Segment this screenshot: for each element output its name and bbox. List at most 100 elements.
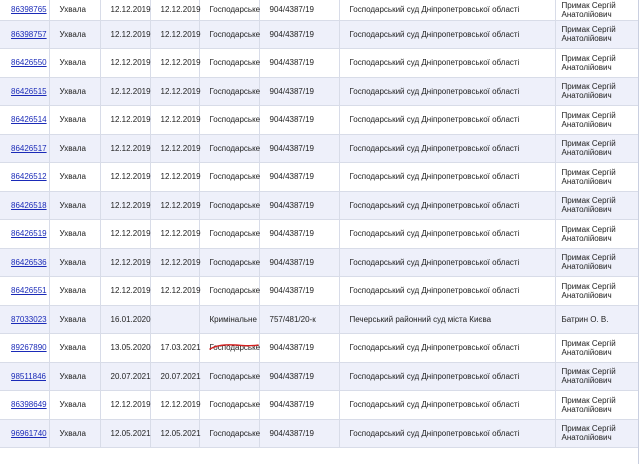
publication-date-cell: 12.05.2021 bbox=[150, 419, 201, 448]
table-body: 86398765 Ухвала 12.12.2019 12.12.2019 Господ… bbox=[0, 0, 638, 448]
table-row: 86398757 Ухвала 12.12.2019 12.12.2019 Господ… bbox=[0, 20, 638, 49]
table-row: 86398765 Ухвала 12.12.2019 12.12.2019 Господ… bbox=[0, 0, 638, 21]
court-name-cell: Господарський суд Дніпропетровської обла… bbox=[339, 219, 556, 249]
judge-name-cell: Примак Сергій Анатолійович bbox=[555, 0, 638, 21]
jurisdiction-cell: Господарське bbox=[199, 48, 260, 78]
results-table-container: 86398765 Ухвала 12.12.2019 12.12.2019 Господ… bbox=[0, 0, 639, 464]
table-row: 86426518 Ухвала 12.12.2019 12.12.2019 Господ… bbox=[0, 191, 638, 220]
judge-name-cell: Примак Сергій Анатолійович bbox=[555, 105, 638, 135]
case-number-cell: 757/481/20-к bbox=[259, 305, 340, 334]
document-number-link[interactable]: 86426551 bbox=[11, 286, 47, 295]
case-number-cell: 904/4387/19 bbox=[259, 219, 340, 249]
court-name-cell: Господарський суд Дніпропетровської обла… bbox=[339, 20, 556, 49]
case-number-cell: 904/4387/19 bbox=[259, 248, 340, 277]
court-name-cell: Господарський суд Дніпропетровської обла… bbox=[339, 77, 556, 106]
registration-date-cell: 12.12.2019 bbox=[100, 219, 151, 249]
publication-date-cell: 12.12.2019 bbox=[150, 105, 201, 135]
court-name-cell: Печерський районний суд міста Києва bbox=[339, 305, 556, 334]
jurisdiction-cell: Господарське bbox=[199, 390, 260, 420]
case-number-cell: 904/4387/19 bbox=[259, 191, 340, 220]
decision-form-cell: Ухвала bbox=[49, 248, 101, 277]
document-number-link[interactable]: 98511846 bbox=[11, 372, 46, 381]
decision-form-cell: Ухвала bbox=[49, 191, 101, 220]
registration-date-cell: 12.12.2019 bbox=[100, 0, 151, 21]
document-number-link[interactable]: 86426536 bbox=[11, 258, 47, 267]
publication-date-cell: 12.12.2019 bbox=[150, 0, 201, 21]
publication-date-cell: 12.12.2019 bbox=[150, 77, 201, 106]
document-number-link[interactable]: 86398765 bbox=[11, 5, 47, 14]
court-name-cell: Господарський суд Дніпропетровської обла… bbox=[339, 191, 556, 220]
court-name-cell: Господарський суд Дніпропетровської обла… bbox=[339, 276, 556, 306]
court-name-cell: Господарський суд Дніпропетровської обла… bbox=[339, 162, 556, 192]
decision-form-cell: Ухвала bbox=[49, 276, 101, 306]
table-row: 86426512 Ухвала 12.12.2019 12.12.2019 Господ… bbox=[0, 162, 638, 192]
table-row: 86426514 Ухвала 12.12.2019 12.12.2019 Господ… bbox=[0, 105, 638, 135]
document-number-link[interactable]: 86426517 bbox=[11, 144, 47, 153]
publication-date-cell bbox=[150, 305, 200, 334]
judge-name-cell: Примак Сергій Анатолійович bbox=[555, 276, 638, 306]
registration-date-cell: 12.12.2019 bbox=[100, 162, 151, 192]
court-decisions-table: 86398765 Ухвала 12.12.2019 12.12.2019 Господ… bbox=[0, 0, 638, 448]
document-cell: 86426512 bbox=[0, 162, 50, 192]
document-number-link[interactable]: 87033023 bbox=[11, 315, 47, 324]
decision-form-cell: Ухвала bbox=[49, 77, 101, 106]
decision-form-cell: Ухвала bbox=[49, 333, 101, 363]
table-row: 86426517 Ухвала 12.12.2019 12.12.2019 Господ… bbox=[0, 134, 638, 163]
table-row: 89267890 Ухвала 13.05.2020 17.03.2021 Господ… bbox=[0, 333, 638, 363]
table-row: 86426550 Ухвала 12.12.2019 12.12.2019 Господ… bbox=[0, 48, 638, 78]
publication-date-cell: 12.12.2019 bbox=[150, 248, 201, 277]
case-number-cell: 904/4387/19 bbox=[259, 276, 340, 306]
registration-date-cell: 12.12.2019 bbox=[100, 134, 151, 163]
judge-name-cell: Примак Сергій Анатолійович bbox=[555, 419, 638, 448]
decision-form-cell: Ухвала bbox=[49, 390, 101, 420]
judge-name-cell: Примак Сергій Анатолійович bbox=[555, 191, 638, 220]
document-number-link[interactable]: 86426519 bbox=[11, 229, 47, 238]
jurisdiction-cell: Господарське bbox=[199, 134, 260, 163]
registration-date-cell: 12.12.2019 bbox=[100, 248, 151, 277]
document-number-link[interactable]: 86398649 bbox=[11, 400, 47, 409]
decision-form-cell: Ухвала bbox=[49, 48, 101, 78]
court-name-cell: Господарський суд Дніпропетровської обла… bbox=[339, 333, 556, 363]
judge-name-cell: Примак Сергій Анатолійович bbox=[555, 362, 638, 391]
court-name-cell: Господарський суд Дніпропетровської обла… bbox=[339, 0, 556, 21]
judge-name-cell: Батрин О. В. bbox=[555, 305, 638, 334]
document-number-link[interactable]: 96961740 bbox=[11, 429, 47, 438]
document-cell: 86426519 bbox=[0, 219, 50, 249]
registration-date-cell: 13.05.2020 bbox=[100, 333, 151, 363]
publication-date-cell: 12.12.2019 bbox=[150, 48, 201, 78]
document-number-link[interactable]: 86426518 bbox=[11, 201, 47, 210]
publication-date-cell: 12.12.2019 bbox=[150, 390, 201, 420]
registration-date-cell: 16.01.2020 bbox=[100, 305, 151, 334]
jurisdiction-cell: Господарське bbox=[199, 333, 260, 363]
court-name-cell: Господарський суд Дніпропетровської обла… bbox=[339, 105, 556, 135]
document-number-link[interactable]: 86426515 bbox=[11, 87, 47, 96]
decision-form-cell: Ухвала bbox=[49, 0, 101, 21]
document-number-link[interactable]: 86426512 bbox=[11, 172, 47, 181]
judge-name-cell: Примак Сергій Анатолійович bbox=[555, 333, 638, 363]
jurisdiction-cell: Господарське bbox=[199, 248, 260, 277]
jurisdiction-cell: Господарське bbox=[199, 162, 260, 192]
document-number-link[interactable]: 86398757 bbox=[11, 30, 47, 39]
judge-name-cell: Примак Сергій Анатолійович bbox=[555, 219, 638, 249]
document-number-link[interactable]: 86426514 bbox=[11, 115, 47, 124]
jurisdiction-cell: Господарське bbox=[199, 276, 260, 306]
document-cell: 86398649 bbox=[0, 390, 50, 420]
publication-date-cell: 12.12.2019 bbox=[150, 20, 201, 49]
document-number-link[interactable]: 89267890 bbox=[11, 343, 47, 352]
case-number-cell: 904/4387/19 bbox=[259, 362, 340, 391]
registration-date-cell: 12.12.2019 bbox=[100, 77, 151, 106]
decision-form-cell: Ухвала bbox=[49, 305, 101, 334]
case-number-cell: 904/4387/19 bbox=[259, 162, 340, 192]
judge-name-cell: Примак Сергій Анатолійович bbox=[555, 248, 638, 277]
publication-date-cell: 12.12.2019 bbox=[150, 219, 201, 249]
court-name-cell: Господарський суд Дніпропетровської обла… bbox=[339, 134, 556, 163]
table-row: 87033023 Ухвала 16.01.2020 Кримінальне 757/4… bbox=[0, 305, 638, 334]
case-number-cell: 904/4387/19 bbox=[259, 77, 340, 106]
document-cell: 86426515 bbox=[0, 77, 50, 106]
table-row: 86426515 Ухвала 12.12.2019 12.12.2019 Господ… bbox=[0, 77, 638, 106]
document-number-link[interactable]: 86426550 bbox=[11, 58, 47, 67]
table-row: 98511846 Ухвала 20.07.2021 20.07.2021 Господ… bbox=[0, 362, 638, 391]
judge-name-cell: Примак Сергій Анатолійович bbox=[555, 390, 638, 420]
publication-date-cell: 20.07.2021 bbox=[150, 362, 201, 391]
document-cell: 98511846 bbox=[0, 362, 50, 391]
